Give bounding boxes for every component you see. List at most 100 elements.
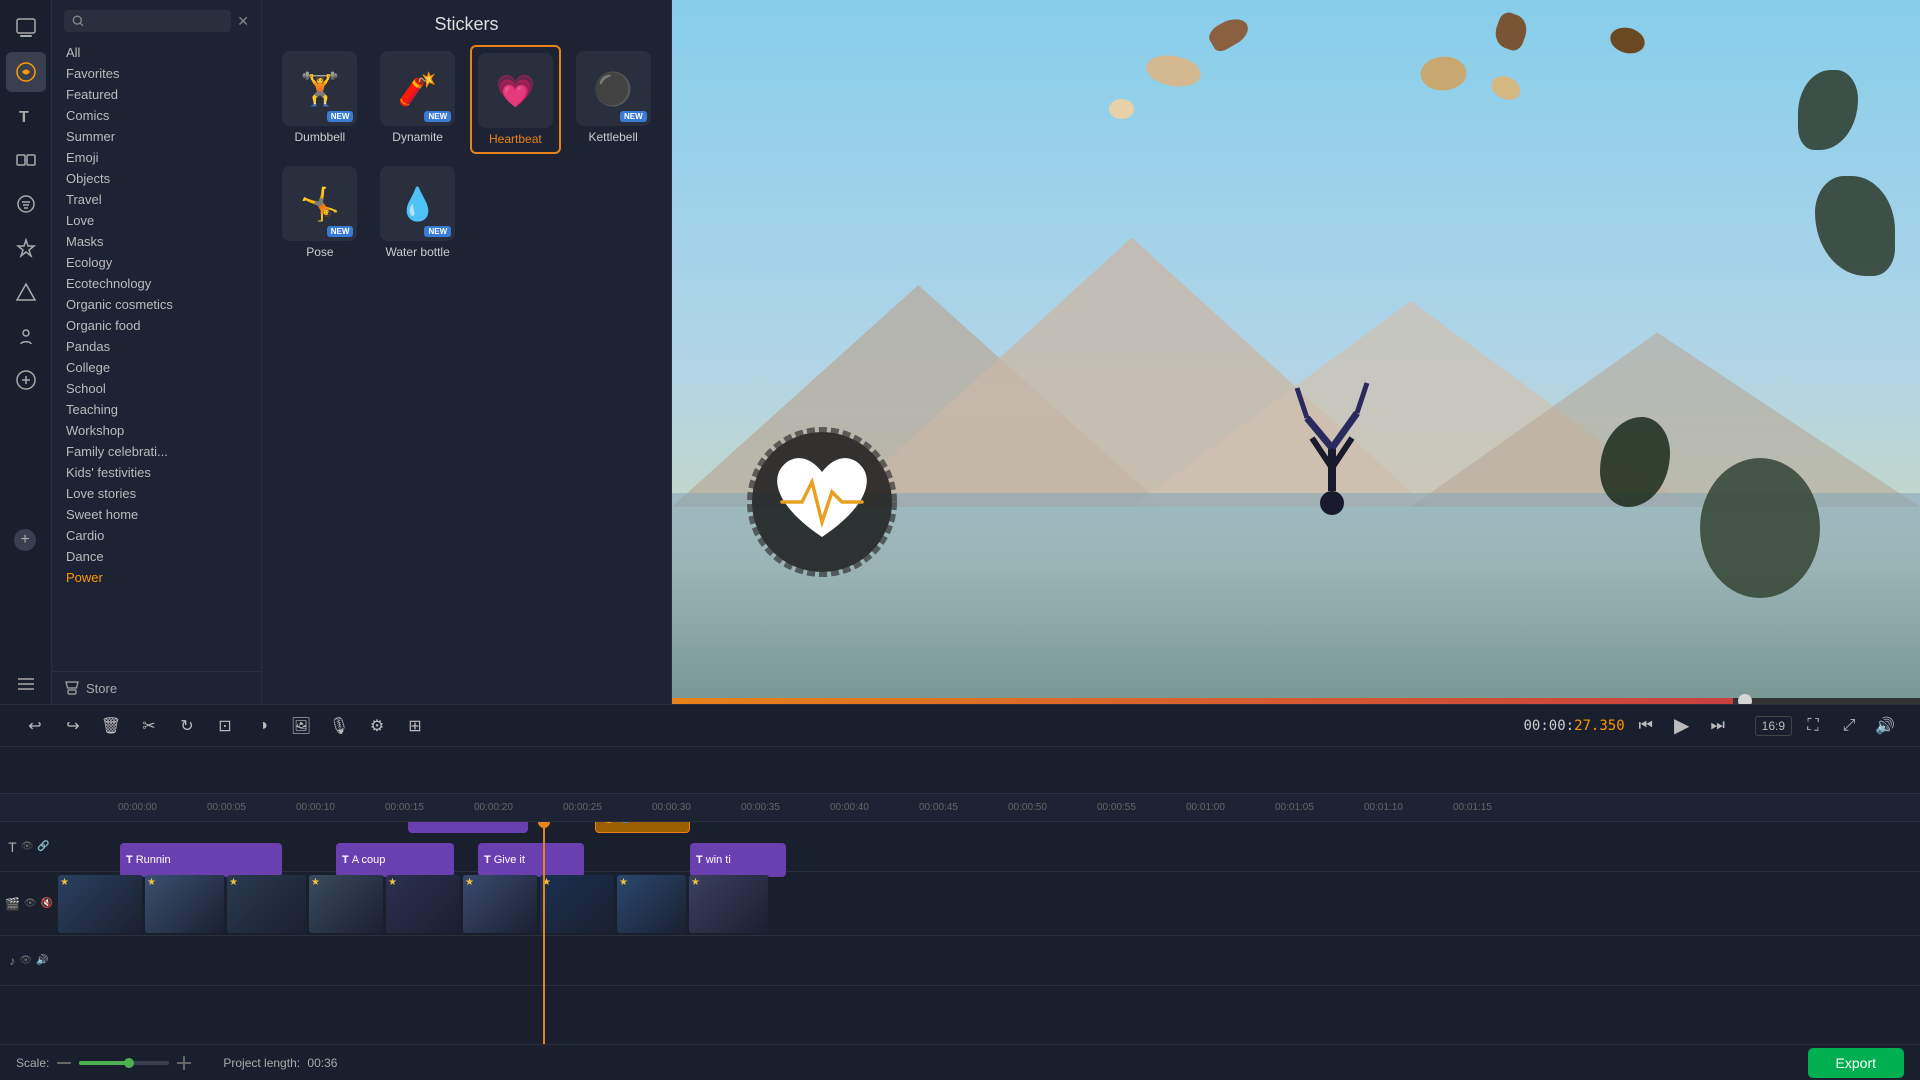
new-badge-kettlebell: NEW — [620, 111, 647, 122]
eye-icon-video[interactable]: 👁 — [24, 898, 37, 909]
crop-btn[interactable]: ⊡ — [210, 711, 240, 741]
video-clip-1[interactable]: ★ — [145, 875, 225, 933]
video-clip-5[interactable]: ★ — [463, 875, 538, 933]
category-love[interactable]: Love — [60, 210, 253, 231]
image-btn[interactable]: 🖼 — [286, 711, 316, 741]
category-organic_food[interactable]: Organic food — [60, 315, 253, 336]
category-summer[interactable]: Summer — [60, 126, 253, 147]
text-clip-just-be[interactable]: T Just be — [408, 822, 528, 833]
aspect-ratio-btn[interactable]: 16:9 — [1755, 716, 1792, 736]
sidebar-motion-btn[interactable] — [6, 316, 46, 356]
color-btn[interactable]: ◑ — [248, 711, 278, 741]
video-track-num: 🎬 — [5, 897, 20, 911]
ruler-mark-11: 00:00:55 — [1097, 802, 1136, 813]
category-travel[interactable]: Travel — [60, 189, 253, 210]
video-clip-6[interactable]: ★ — [540, 875, 615, 933]
category-ecology[interactable]: Ecology — [60, 252, 253, 273]
cut-btn[interactable]: ✂ — [134, 711, 164, 741]
category-college[interactable]: College — [60, 357, 253, 378]
video-clip-7[interactable]: ★ — [617, 875, 687, 933]
zoom-out-icon[interactable] — [55, 1054, 73, 1072]
heartbeat-sticker[interactable] — [747, 427, 897, 577]
sticker-pose[interactable]: 🤸NEWPose — [274, 160, 366, 265]
category-favorites[interactable]: Favorites — [60, 63, 253, 84]
fullscreen-export-btn[interactable]: ⛶ — [1798, 711, 1828, 741]
sidebar-stickers-btn[interactable] — [6, 52, 46, 92]
scale-slider[interactable] — [79, 1061, 169, 1065]
category-school[interactable]: School — [60, 378, 253, 399]
category-love_stories[interactable]: Love stories — [60, 483, 253, 504]
delete-btn[interactable]: 🗑 — [96, 711, 126, 741]
video-track-content[interactable]: ★★★★★★★★★ — [58, 872, 1920, 936]
category-masks[interactable]: Masks — [60, 231, 253, 252]
video-clip-4[interactable]: ★ — [386, 875, 461, 933]
skip-end-btn[interactable]: ⏭ — [1703, 711, 1733, 741]
ruler-mark-9: 00:00:45 — [919, 802, 958, 813]
audio-mute-icon[interactable]: 🔇 — [41, 898, 53, 909]
eye-icon-audio[interactable]: 👁 — [19, 955, 32, 966]
rotate-btn[interactable]: ↻ — [172, 711, 202, 741]
adjust-btn[interactable]: ⊞ — [400, 711, 430, 741]
sticker-thumb-heartbeat: 💗 — [478, 53, 553, 128]
star-icon: ★ — [60, 877, 69, 888]
video-clip-8[interactable]: ★ — [689, 875, 769, 933]
sticker-water_bottle[interactable]: 💧NEWWater bottle — [372, 160, 464, 265]
ruler-mark-7: 00:00:35 — [741, 802, 780, 813]
category-workshop[interactable]: Workshop — [60, 420, 253, 441]
eye-icon[interactable]: 👁 — [21, 841, 34, 852]
category-teaching[interactable]: Teaching — [60, 399, 253, 420]
video-clip-2[interactable]: ★ — [227, 875, 307, 933]
video-progress-thumb[interactable] — [1738, 694, 1752, 704]
category-kids_festivities[interactable]: Kids' festivities — [60, 462, 253, 483]
sidebar-shapes-btn[interactable] — [6, 272, 46, 312]
settings-btn[interactable]: ⚙ — [362, 711, 392, 741]
zoom-in-icon[interactable] — [175, 1054, 193, 1072]
flying-obj-4 — [1416, 50, 1470, 98]
project-length: Project length: 00:36 — [223, 1056, 337, 1070]
category-emoji[interactable]: Emoji — [60, 147, 253, 168]
video-progress-bar[interactable] — [672, 698, 1920, 704]
category-objects[interactable]: Objects — [60, 168, 253, 189]
category-family_celebration[interactable]: Family celebrati... — [60, 441, 253, 462]
sticker-dynamite[interactable]: 🧨NEWDynamite — [372, 45, 464, 154]
close-search-btn[interactable]: ✕ — [237, 13, 249, 30]
undo-btn[interactable]: ↩ — [20, 711, 50, 741]
sidebar-text-btn[interactable]: T — [6, 96, 46, 136]
scale-fill — [79, 1061, 129, 1065]
sidebar-transitions-btn[interactable] — [6, 140, 46, 180]
sidebar-filters-btn[interactable] — [6, 184, 46, 224]
volume-btn[interactable]: 🔊 — [1870, 711, 1900, 741]
store-button[interactable]: Store — [52, 671, 261, 704]
sidebar-effects-btn[interactable] — [6, 228, 46, 268]
fullscreen-btn[interactable]: ⤢ — [1834, 711, 1864, 741]
add-track-btn[interactable]: + — [14, 529, 36, 551]
play-btn[interactable]: ▶ — [1667, 711, 1697, 741]
category-comics[interactable]: Comics — [60, 105, 253, 126]
category-dance[interactable]: Dance — [60, 546, 253, 567]
video-preview[interactable] — [672, 0, 1920, 704]
export-button[interactable]: Export — [1808, 1048, 1904, 1078]
sticker-heartbeat[interactable]: 💗Heartbeat — [470, 45, 562, 154]
audio-btn[interactable]: 🎙 — [324, 711, 354, 741]
category-organic_cosmetics[interactable]: Organic cosmetics — [60, 294, 253, 315]
category-featured[interactable]: Featured — [60, 84, 253, 105]
sidebar-add-btn[interactable] — [6, 360, 46, 400]
skip-start-btn[interactable]: ⏮ — [1631, 711, 1661, 741]
search-box[interactable] — [64, 10, 231, 32]
video-clip-3[interactable]: ★ — [309, 875, 384, 933]
link-icon[interactable]: 🔗 — [37, 841, 49, 852]
sidebar-list-btn[interactable] — [6, 664, 46, 704]
category-power[interactable]: Power — [60, 567, 253, 588]
category-cardio[interactable]: Cardio — [60, 525, 253, 546]
redo-btn[interactable]: ↪ — [58, 711, 88, 741]
search-input[interactable] — [90, 14, 223, 28]
category-ecotechnology[interactable]: Ecotechnology — [60, 273, 253, 294]
sticker-kettlebell[interactable]: ⚫NEWKettlebell — [567, 45, 659, 154]
sidebar-media-btn[interactable] — [6, 8, 46, 48]
video-clip-0[interactable]: ★ — [58, 875, 143, 933]
category-pandas[interactable]: Pandas — [60, 336, 253, 357]
volume-icon-audio[interactable]: 🔊 — [36, 955, 48, 966]
sticker-dumbbell[interactable]: 🏋️NEWDumbbell — [274, 45, 366, 154]
category-sweet_home[interactable]: Sweet home — [60, 504, 253, 525]
category-all[interactable]: All — [60, 42, 253, 63]
